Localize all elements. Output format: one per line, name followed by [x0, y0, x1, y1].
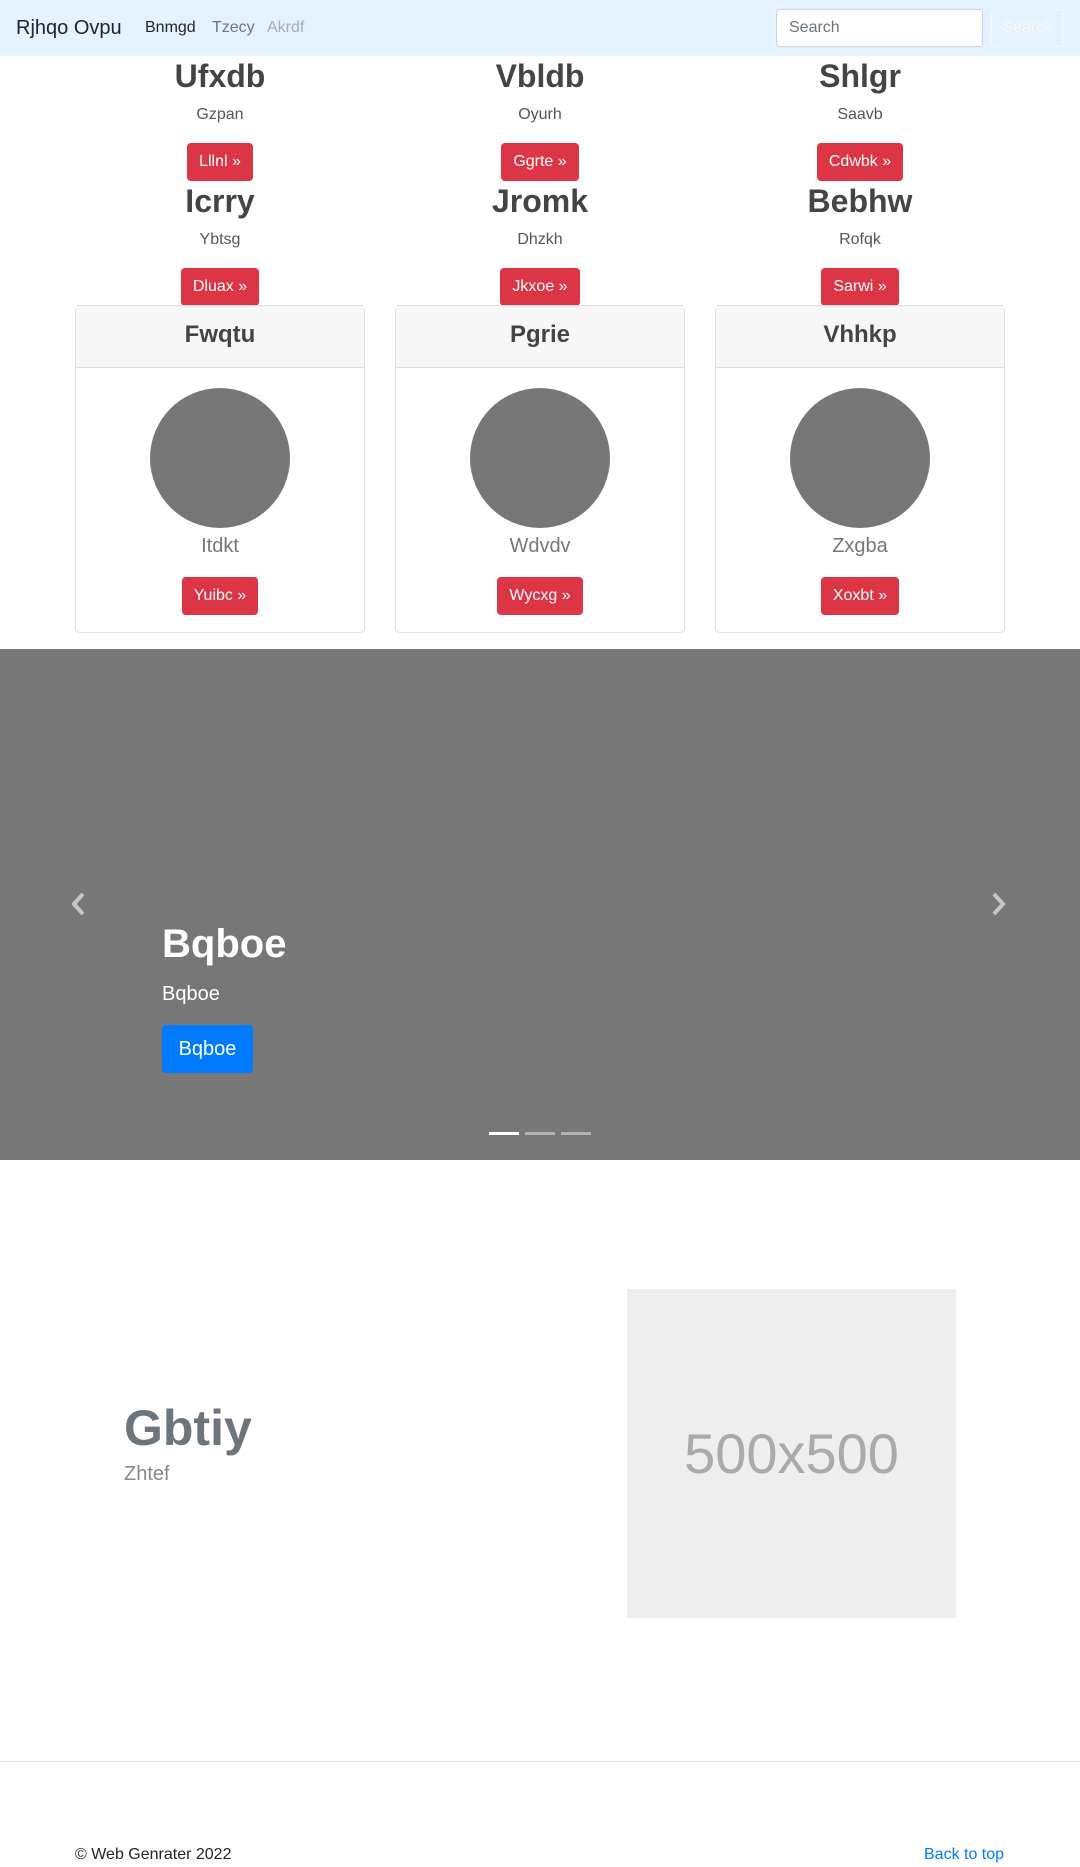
feature-text: Rofqk [839, 231, 881, 248]
feature-text: Gzpan [196, 106, 244, 123]
feature-button[interactable]: Dluax » [180, 268, 260, 306]
feature-item: Icrry Ybtsg Dluax » [60, 182, 380, 306]
carousel-caption-subtitle: Bqboe [162, 983, 220, 1005]
carousel-caption-title: Bqboe [162, 922, 287, 966]
avatar [470, 388, 610, 528]
featurette-text: Zhtef [124, 1463, 170, 1485]
placeholder-image: 500x500 [627, 1289, 956, 1618]
chevron-left-icon[interactable] [71, 892, 87, 922]
featurette-heading: Gbtiy [124, 1400, 252, 1456]
feature-title: Icrry [185, 183, 255, 219]
card-name: Wdvdv [509, 535, 571, 557]
carousel-indicator[interactable] [561, 1132, 591, 1135]
feature-title: Vbldb [495, 58, 585, 94]
feature-text: Dhzkh [517, 231, 563, 248]
navbar-brand[interactable]: Rjhqo Ovpu [16, 15, 122, 41]
card-button[interactable]: Yuibc » [181, 577, 259, 615]
card-header: Fwqtu [76, 306, 364, 368]
navbar: Rjhqo Ovpu Bnmgd Tzecy Akrdf Search [0, 0, 1080, 56]
carousel-indicator[interactable] [525, 1132, 555, 1135]
avatar [150, 388, 290, 528]
nav-link-akrdf[interactable]: Akrdf [267, 18, 304, 38]
profile-card: Fwqtu Itdkt Yuibc » [75, 305, 365, 633]
feature-button[interactable]: Cdwbk » [816, 143, 904, 181]
feature-button[interactable]: Sarwi » [821, 268, 899, 306]
card-button[interactable]: Wycxg » [497, 577, 583, 615]
search-button[interactable]: Search [991, 9, 1064, 47]
feature-title: Bebhw [807, 183, 913, 219]
profile-card: Vhhkp Zxgba Xoxbt » [715, 305, 1005, 633]
feature-item: Vbldb Oyurh Ggrte » [380, 57, 700, 181]
nav-link-tzecy[interactable]: Tzecy [212, 18, 255, 38]
card-button[interactable]: Xoxbt » [820, 577, 900, 615]
feature-button[interactable]: Lllnl » [187, 143, 253, 181]
profile-card: Pgrie Wdvdv Wycxg » [395, 305, 685, 633]
feature-item: Jromk Dhzkh Jkxoe » [380, 182, 700, 306]
card-name: Zxgba [832, 535, 888, 557]
carousel-caption-button[interactable]: Bqboe [162, 1025, 253, 1073]
feature-title: Jromk [491, 183, 589, 219]
carousel-indicator-active[interactable] [489, 1132, 519, 1135]
back-to-top-link[interactable]: Back to top [924, 1845, 1004, 1865]
card-header: Pgrie [396, 306, 684, 368]
carousel: Bqboe Bqboe Bqboe [0, 649, 1080, 1160]
feature-text: Ybtsg [199, 231, 241, 248]
feature-item: Ufxdb Gzpan Lllnl » [60, 57, 380, 181]
placeholder-label: 500x500 [684, 1422, 899, 1485]
avatar [790, 388, 930, 528]
feature-title: Shlgr [819, 58, 901, 94]
feature-text: Saavb [837, 106, 883, 123]
feature-text: Oyurh [518, 106, 562, 123]
search-input[interactable] [776, 9, 983, 47]
feature-item: Bebhw Rofqk Sarwi » [700, 182, 1020, 306]
chevron-right-icon[interactable] [990, 892, 1006, 922]
card-name: Itdkt [201, 535, 239, 557]
feature-item: Shlgr Saavb Cdwbk » [700, 57, 1020, 181]
feature-button[interactable]: Ggrte » [501, 143, 579, 181]
nav-link-bnmgd[interactable]: Bnmgd [145, 18, 196, 38]
feature-title: Ufxdb [174, 58, 266, 94]
card-header: Vhhkp [716, 306, 1004, 368]
feature-button[interactable]: Jkxoe » [500, 268, 580, 306]
copyright-text: © Web Genrater 2022 [75, 1846, 232, 1863]
footer-divider [0, 1761, 1080, 1762]
